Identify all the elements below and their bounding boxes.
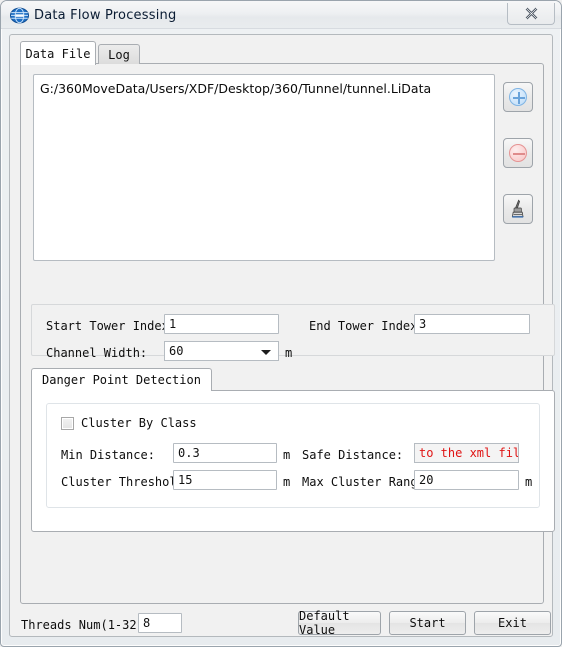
default-value-button[interactable]: Default Value — [298, 609, 381, 637]
cluster-threshold-unit: m — [283, 475, 291, 489]
max-cluster-range-label: Max Cluster Range: — [302, 475, 433, 489]
channel-width-select[interactable]: 60 — [164, 341, 279, 361]
plus-circle-icon — [509, 88, 527, 106]
tab-data-file-label: Data File — [25, 46, 91, 61]
remove-file-button[interactable] — [503, 138, 533, 168]
tab-log-label: Log — [108, 47, 130, 62]
title-bar: Data Flow Processing — [1, 1, 561, 29]
start-button[interactable]: Start — [389, 611, 466, 635]
channel-width-value: 60 — [169, 344, 184, 358]
danger-point-tab-strip: Danger Point Detection — [31, 368, 555, 391]
threads-num-input[interactable]: 8 — [138, 613, 182, 633]
start-button-label: Start — [409, 616, 446, 630]
max-cluster-range-input[interactable]: 20 — [414, 470, 519, 490]
safe-distance-label: Safe Distance: — [302, 448, 404, 462]
default-value-button-label: Default Value — [299, 609, 350, 637]
clear-list-button[interactable] — [503, 194, 533, 224]
close-x-glyph — [525, 7, 537, 19]
tab-danger-point-detection[interactable]: Danger Point Detection — [31, 368, 212, 391]
cluster-threshold-label: Cluster Threshold: — [61, 475, 192, 489]
main-tab-strip: Data File Log — [20, 41, 544, 65]
cluster-by-class-checkbox[interactable]: Cluster By Class — [61, 416, 197, 430]
broom-icon — [511, 199, 524, 218]
list-item[interactable]: G:/360MoveData/Users/XDF/Desktop/360/Tun… — [40, 81, 431, 96]
threads-num-label: Threads Num(1-32): — [21, 618, 152, 632]
tab-log[interactable]: Log — [98, 44, 140, 64]
start-tower-index-label: Start Tower Index: — [46, 319, 177, 333]
min-distance-label: Min Distance: — [61, 448, 155, 462]
channel-width-label: Channel Width: — [46, 346, 148, 360]
exit-button[interactable]: Exit — [474, 611, 551, 635]
danger-point-detection-label: Danger Point Detection — [42, 373, 201, 387]
close-icon — [508, 3, 554, 23]
close-button[interactable] — [507, 3, 555, 25]
cluster-by-class-label: Cluster By Class — [81, 416, 197, 430]
window-title: Data Flow Processing — [34, 8, 177, 23]
tab-data-file[interactable]: Data File — [20, 41, 96, 65]
danger-point-fields-group: Cluster By Class Min Distance: 0.3 m Saf… — [46, 403, 540, 508]
chevron-down-icon — [261, 350, 271, 355]
application-window: Data Flow Processing Data File Log G:/36… — [0, 0, 562, 647]
file-list[interactable]: G:/360MoveData/Users/XDF/Desktop/360/Tun… — [33, 74, 495, 261]
safe-distance-input[interactable]: to the xml file! — [414, 443, 519, 463]
minus-circle-icon — [509, 144, 527, 162]
tower-parameters-group: Start Tower Index: 1 End Tower Index: 3 … — [31, 304, 555, 361]
channel-width-unit: m — [285, 346, 293, 360]
cluster-threshold-input[interactable]: 15 — [173, 470, 277, 490]
start-tower-index-input[interactable]: 1 — [164, 314, 279, 334]
app-logo-icon — [10, 7, 29, 24]
end-tower-index-input[interactable]: 3 — [414, 314, 530, 334]
exit-button-label: Exit — [498, 616, 527, 630]
max-cluster-range-unit: m — [525, 475, 533, 489]
data-file-tab-panel: G:/360MoveData/Users/XDF/Desktop/360/Tun… — [20, 63, 555, 604]
end-tower-index-label: End Tower Index: — [309, 319, 425, 333]
min-distance-unit: m — [283, 448, 291, 462]
danger-point-panel: Cluster By Class Min Distance: 0.3 m Saf… — [31, 390, 555, 532]
client-area: Data File Log G:/360MoveData/Users/XDF/D… — [9, 34, 555, 637]
add-file-button[interactable] — [503, 82, 533, 112]
checkbox-icon — [61, 416, 74, 430]
min-distance-input[interactable]: 0.3 — [173, 443, 277, 463]
